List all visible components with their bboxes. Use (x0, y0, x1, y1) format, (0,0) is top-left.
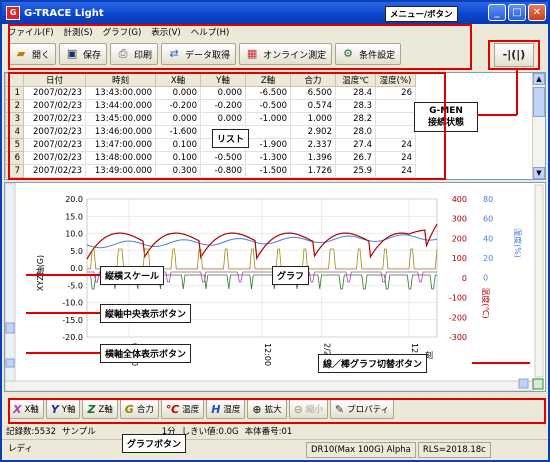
device-number: 本体番号:01 (244, 426, 293, 437)
sampling-label: サンプル (62, 426, 96, 437)
list-scrollbar[interactable]: ▲ ▼ (532, 73, 545, 179)
status-device: DR10(Max 100G) Alpha (306, 442, 416, 458)
right-humidity-tick-label: 80 (483, 195, 493, 204)
annotation-line-bar: 線／棒グラフ切替ボタン (318, 354, 428, 373)
right-humidity-tick-label: 60 (483, 215, 493, 224)
right-temp-tick-label: 100 (452, 254, 467, 263)
status-bar: レディ DR10(Max 100G) Alpha RLS=2018.18c (2, 439, 548, 460)
right-axis-humidity-ticks: 80 60 40 20 0 (483, 195, 493, 283)
left-tick-label: 10.0 (65, 230, 83, 239)
left-tick-label: -5.0 (67, 281, 83, 290)
gmen-arrow-vertical (516, 70, 518, 115)
right-temp-tick-label: -100 (449, 294, 467, 303)
left-tick-label: 15.0 (65, 212, 83, 221)
menu-toolbar-highlight (8, 24, 472, 70)
gmen-highlight (488, 40, 540, 70)
right-axis-humidity-label: 湿度(%) (513, 228, 523, 258)
right-axis-temp-ticks: 400 300 200 100 0 -100 -200 -300 (449, 195, 467, 342)
title-bar[interactable]: G G-TRACE Light _ □ ✕ (2, 2, 548, 24)
left-tick-label: 5.0 (70, 247, 83, 256)
vertical-center-button[interactable] (5, 322, 15, 334)
minimize-button[interactable]: _ (488, 4, 506, 21)
app-icon: G (6, 6, 20, 20)
left-tick-label: 20.0 (65, 195, 83, 204)
graph-toolbar-highlight (8, 398, 546, 424)
record-count: 記録数:5532 (6, 426, 56, 437)
left-tick-label: -20.0 (62, 333, 83, 342)
left-axis-ticks: 20.0 15.0 10.0 5.0 0.0 -5.0 -10.0 -15.0 -20.0 (62, 195, 83, 342)
threshold-value: しきい値:0.0G (181, 426, 239, 437)
h-all-arrow (26, 352, 100, 354)
annotation-graph-button: グラフボタン (122, 434, 187, 453)
right-temp-tick-label: 300 (452, 215, 467, 224)
close-button[interactable]: ✕ (528, 4, 546, 21)
graph-scroll-right-button[interactable] (518, 378, 529, 389)
annotation-scale: 縦横スケール (100, 266, 165, 285)
left-axis-label: XYZ軸(G) (35, 255, 45, 291)
gmen-arrow (477, 114, 517, 116)
right-humidity-tick-label: 20 (483, 254, 493, 263)
scroll-down-button[interactable]: ▼ (533, 167, 545, 179)
x-tick-label: 12:00 (263, 343, 272, 366)
app-window: G G-TRACE Light _ □ ✕ ファイル(F) 計測(S) グラフ(… (0, 0, 550, 462)
right-axis-temp-label: 温度(℃) (481, 287, 491, 318)
scroll-thumb[interactable] (533, 87, 545, 117)
right-temp-tick-label: -200 (449, 313, 467, 322)
right-temp-tick-label: 0 (462, 274, 467, 283)
v-center-arrow (26, 312, 100, 314)
left-tick-label: -15.0 (62, 316, 83, 325)
graph-canvas: 20.0 15.0 10.0 5.0 0.0 -5.0 -10.0 -15.0 -20.0 40… (5, 183, 544, 391)
scale-arrow (26, 274, 100, 276)
annotation-graph: グラフ (272, 266, 310, 285)
record-info-bar: 記録数:5532 サンプル 1分 しきい値:0.0G 本体番号:01 (6, 424, 546, 437)
left-tick-label: 0.0 (70, 264, 83, 273)
graph-panel[interactable]: 20.0 15.0 10.0 5.0 0.0 -5.0 -10.0 -15.0 -20.0 40… (4, 182, 546, 392)
line-bar-toggle-button[interactable] (532, 378, 544, 390)
right-humidity-tick-label: 40 (483, 234, 493, 243)
right-temp-tick-label: 200 (452, 234, 467, 243)
list-highlight (8, 72, 446, 180)
line-bar-arrow (472, 362, 530, 364)
left-tick-label: -10.0 (62, 299, 83, 308)
right-temp-tick-label: -300 (449, 333, 467, 342)
annotation-list: リスト (212, 129, 250, 148)
maximize-button[interactable]: □ (508, 4, 526, 21)
annotation-h-all: 横軸全体表示ボタン (100, 344, 192, 363)
horizontal-scrollbar[interactable] (5, 380, 534, 391)
scroll-up-button[interactable]: ▲ (533, 73, 545, 85)
annotation-v-center: 縦軸中央表示ボタン (100, 304, 192, 323)
right-temp-tick-label: 400 (452, 195, 467, 204)
annotation-menu-button: メニュー/ボタン (385, 6, 458, 22)
window-title: G-TRACE Light (24, 7, 104, 19)
right-humidity-tick-label: 0 (483, 274, 488, 283)
status-release: RLS=2018.18c (417, 442, 491, 458)
horizontal-all-button[interactable] (5, 358, 15, 368)
graph-vertical-scrollbar[interactable] (534, 184, 544, 378)
